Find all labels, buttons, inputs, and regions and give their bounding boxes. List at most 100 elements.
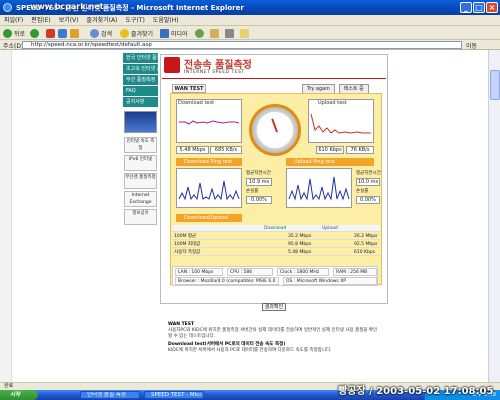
media-icon (160, 28, 169, 38)
sidebar-globe-banner[interactable] (124, 111, 157, 133)
sidebar-item-faq[interactable]: FAQ (123, 86, 158, 96)
history-button[interactable] (195, 27, 206, 39)
print-icon (225, 28, 234, 38)
download-ping-graph (176, 168, 242, 208)
ram-info: RAM : 256 MB (333, 268, 377, 276)
upload-series-line (310, 113, 371, 134)
start-button[interactable]: 시작 (0, 390, 38, 400)
os-info: OS : Microsoft Windows XP (283, 277, 377, 285)
clock-info: Clock : 1800 MHz (277, 268, 329, 276)
stop-button[interactable] (46, 27, 57, 39)
sidebar-item-broadband[interactable]: 초고속 인터넷 품질측정 (123, 64, 158, 74)
menu-help[interactable]: 도움말(H) (149, 15, 183, 26)
col-download: Download (264, 226, 287, 231)
right-avg-delay-value: 10.0 ms (356, 178, 380, 186)
tab-wan-test[interactable]: WAN TEST (172, 84, 206, 93)
sidebar-banner-ix[interactable]: Internet Exchange (124, 191, 157, 207)
system-info: LAN : 100 Mbps CPU : 586 Clock : 1800 MH… (172, 266, 378, 286)
menu-file[interactable]: 파일(F) (0, 15, 27, 26)
left-loss-label: 손실률 (246, 189, 259, 194)
star-icon (120, 28, 129, 38)
upload-value-kbs: 76 KB/s (346, 146, 374, 154)
download-graph-svg (179, 120, 240, 125)
favorites-button[interactable]: 즐겨찾기 (120, 27, 153, 39)
download-ping-svg (178, 180, 240, 201)
sidebar-item-wireless[interactable]: 무선 품질측정 (123, 75, 158, 85)
title-divider (162, 78, 386, 79)
result-button[interactable]: 결과확인 (262, 303, 286, 311)
upload-ping-line (288, 176, 350, 201)
vertical-scrollbar[interactable] (488, 50, 500, 382)
upload-value-kbps: 610 Kbps (316, 146, 344, 154)
home-icon (70, 28, 79, 38)
refresh-button[interactable] (58, 27, 69, 39)
upload-label: Upload test (318, 100, 347, 106)
address-label: 주소(D) (3, 43, 24, 50)
section-download-upload: Download/Upload (176, 214, 242, 222)
toolbar: 뒤로 검색 즐겨찾기 미디어 (0, 26, 500, 40)
close-icon[interactable]: × (486, 2, 498, 13)
table-header: Download Upload (172, 225, 380, 232)
media-button[interactable]: 미디어 (160, 27, 188, 39)
download-value-kbs: 685 KB/s (210, 146, 242, 154)
go-button[interactable]: 이동 (466, 41, 477, 50)
home-button[interactable] (70, 27, 81, 39)
site-logo (164, 57, 180, 73)
edit-icon (240, 28, 249, 38)
desc-text-wan: 사용자PC와 KIDC에 위치한 품질측정 서버간의 실제 데이터를 전송하여 … (168, 328, 378, 339)
forward-arrow-icon (30, 28, 39, 38)
task-item-quality[interactable]: 인터넷 품질 측정 (80, 391, 140, 399)
status-text: 완료 (4, 383, 14, 389)
download-value-mbps: 5.48 Mbps (176, 146, 209, 154)
left-margin (0, 50, 12, 382)
sidebar-banner-share[interactable]: 정보공유 (124, 209, 157, 225)
maximize-icon[interactable]: □ (473, 2, 485, 13)
history-icon (195, 28, 204, 38)
desc-text-download: KIDC에 위치한 서버에서 사용자 PC로 데이터를 전송하여 다운로드 속도… (168, 348, 332, 353)
search-icon (90, 28, 99, 38)
lan-info: LAN : 100 Mbps (175, 268, 223, 276)
mail-button[interactable] (210, 27, 221, 39)
menu-tools[interactable]: 도구(T) (121, 15, 148, 26)
page-title: 전송속 품질측정 (184, 60, 252, 71)
search-button[interactable]: 검색 (90, 27, 112, 39)
left-avg-delay-value: 10.9 ms (246, 178, 272, 186)
menu-edit[interactable]: 편집(E) (27, 15, 55, 26)
section-upload-ping: Upload Ping test (286, 158, 374, 166)
sidebar-item-notice[interactable]: 공지사항 (123, 97, 158, 107)
forward-button[interactable] (30, 27, 41, 39)
address-input[interactable]: http://speed.nca.or.kr/speedtest/default… (22, 41, 462, 49)
sidebar-item-quality[interactable]: 한국 인터넷 품질측정 (123, 53, 158, 63)
minimize-icon[interactable]: _ (460, 2, 472, 13)
table-row: 100M 평균 35.2 Mbps 26.2 Mbps (172, 233, 380, 240)
left-loss-value: 0.00% (246, 196, 272, 204)
back-button[interactable]: 뒤로 (3, 27, 25, 39)
print-button[interactable] (225, 27, 236, 39)
menu-bar: 파일(F) 편집(E) 보기(V) 즐겨찾기(A) 도구(T) 도움말(H) (0, 15, 500, 26)
page-subtitle: INTERNET SPEED TEST (184, 70, 245, 75)
upload-graph-svg (310, 113, 371, 134)
task-item-speedtest[interactable]: SPEED TEST - Micr... (144, 391, 204, 399)
address-bar: 주소(D) http://speed.nca.or.kr/speedtest/d… (0, 40, 500, 50)
sidebar-banner-speed[interactable]: 인터넷 속도 측정 (124, 137, 157, 153)
download-label: Download test (178, 100, 215, 106)
col-upload: Upload (322, 226, 338, 231)
table-row: 사용자 측정값 5.48 Mbps 610 Kbps (172, 249, 380, 256)
menu-view[interactable]: 보기(V) (55, 15, 83, 26)
description: WAN TEST 사용자PC와 KIDC에 위치한 품질측정 서버간의 실제 데… (168, 322, 380, 354)
back-arrow-icon (3, 28, 12, 38)
summary-table: Download Upload 100M 평균 35.2 Mbps 26.2 M… (172, 225, 380, 256)
table-row: 100M 최대값 95.8 Mbps 92.5 Mbps (172, 241, 380, 248)
stop-icon (46, 28, 55, 38)
upload-ping-svg (288, 176, 350, 201)
sidebar-banner-ipv6[interactable]: IPv6 인터넷 (124, 155, 157, 171)
menu-favorites[interactable]: 즐겨찾기(A) (83, 15, 122, 26)
edit-button[interactable] (240, 27, 251, 39)
download-ping-line (178, 180, 240, 201)
left-avg-delay-label: 평균지연시간 (246, 171, 271, 176)
scrollbar-thumb[interactable] (490, 70, 500, 100)
upload-ping-graph (286, 168, 352, 208)
refresh-icon (58, 28, 67, 38)
photo-watermark: 빵공장 / 2003-05-02 17:08:05 (338, 386, 494, 397)
sidebar-banner-wireless[interactable]: 무선랜 품질측정 (124, 173, 157, 189)
